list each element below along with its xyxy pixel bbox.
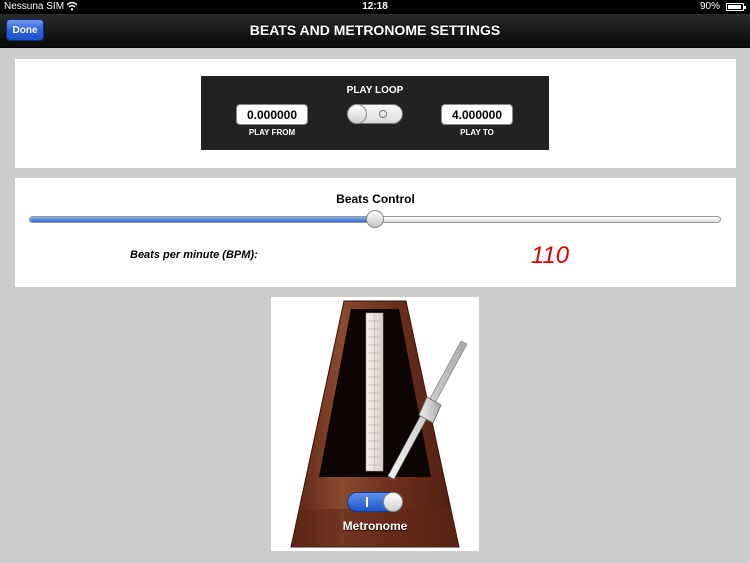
play-to-field[interactable]: 4.000000 <box>441 104 513 125</box>
metronome-label: Metronome <box>342 519 408 533</box>
switch-knob <box>383 492 403 512</box>
bpm-label: Beats per minute (BPM): <box>130 249 258 261</box>
metronome-switch[interactable] <box>347 492 403 512</box>
bpm-value: 110 <box>530 242 570 269</box>
status-bar: Nessuna SIM 12:18 90% <box>0 0 750 14</box>
beats-control-panel: Beats Control Beats per minute (BPM): 11… <box>15 178 736 287</box>
done-button[interactable]: Done <box>6 19 44 41</box>
battery-percent: 90% <box>699 1 720 12</box>
bpm-slider-thumb[interactable] <box>366 210 384 228</box>
play-loop-box: PLAY LOOP 0.000000 PLAY FROM 4.000000 PL… <box>201 76 549 150</box>
status-time: 12:18 <box>362 1 388 12</box>
screen: Nessuna SIM 12:18 90% BEATS AND METRONOM… <box>0 0 750 563</box>
bpm-slider-fill <box>30 217 376 222</box>
navigation-bar: BEATS AND METRONOME SETTINGS Done <box>0 14 750 48</box>
battery-icon <box>726 3 746 11</box>
play-loop-panel: PLAY LOOP 0.000000 PLAY FROM 4.000000 PL… <box>15 59 736 168</box>
battery-fill <box>728 5 741 9</box>
switch-off-icon <box>379 110 387 118</box>
play-loop-switch[interactable] <box>347 104 403 124</box>
beats-control-title: Beats Control <box>336 192 415 206</box>
play-loop-title: PLAY LOOP <box>346 85 404 96</box>
switch-knob <box>347 104 367 124</box>
page-title: BEATS AND METRONOME SETTINGS <box>249 22 501 38</box>
play-from-field[interactable]: 0.000000 <box>236 104 308 125</box>
play-to-label: PLAY TO <box>460 128 494 137</box>
metronome-panel: Metronome <box>271 297 479 551</box>
play-from-label: PLAY FROM <box>248 128 296 137</box>
metronome-illustration <box>290 300 468 548</box>
switch-on-icon <box>366 497 368 507</box>
